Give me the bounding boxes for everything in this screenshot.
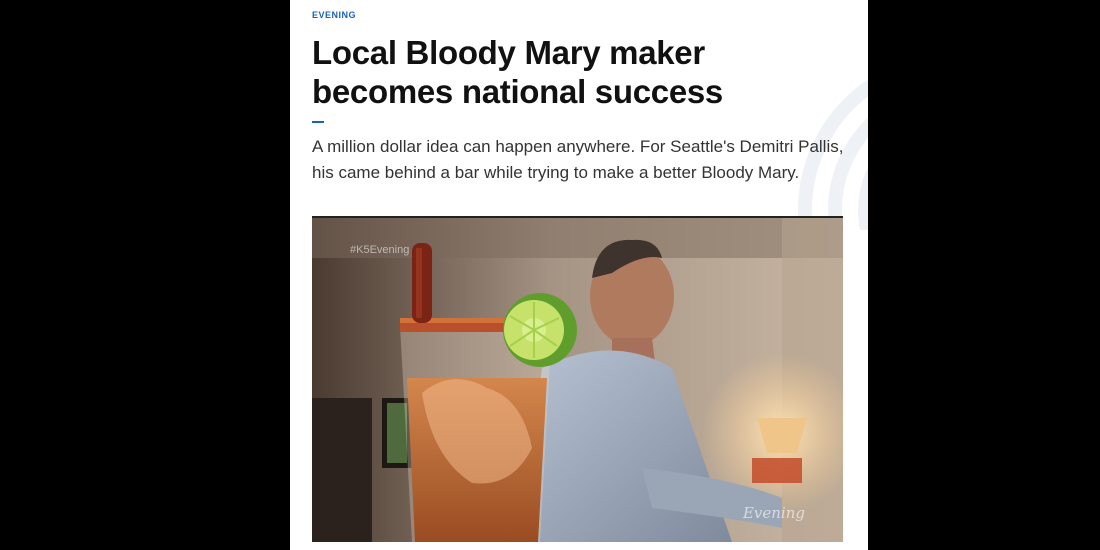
article-summary: A million dollar idea can happen anywher… — [312, 137, 844, 182]
article-page: EVENING Local Bloody Mary maker becomes … — [290, 0, 868, 550]
hero-video-still[interactable]: #K5Evening Evening — [312, 216, 843, 542]
accent-divider — [312, 121, 324, 123]
video-hashtag-overlay: #K5Evening — [350, 244, 410, 256]
article-headline: Local Bloody Mary maker becomes national… — [312, 34, 723, 110]
broadcast-watermark: Evening — [742, 504, 805, 522]
section-label-link[interactable]: EVENING — [312, 10, 356, 20]
hero-image — [312, 218, 843, 542]
